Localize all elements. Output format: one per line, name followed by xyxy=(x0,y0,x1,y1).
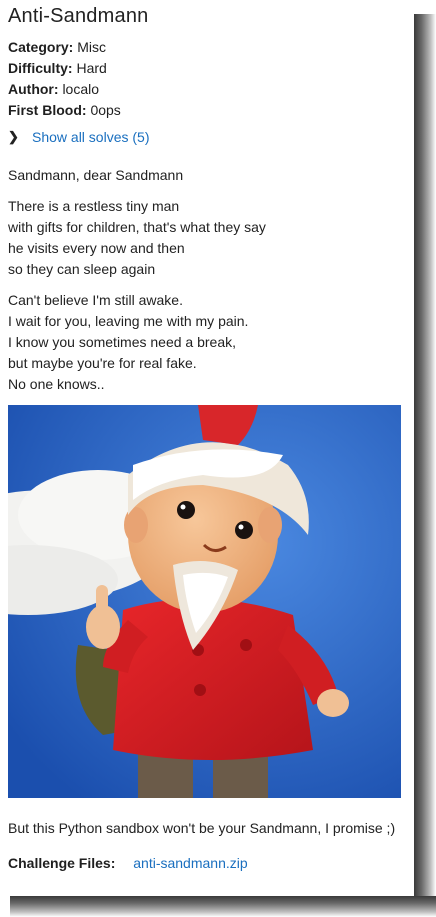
meta-author: Author: localo xyxy=(8,79,408,100)
meta-difficulty: Difficulty: Hard xyxy=(8,58,408,79)
description-line: so they can sleep again xyxy=(8,261,156,277)
challenge-content: Anti-Sandmann Category: Misc Difficulty:… xyxy=(8,4,408,874)
description-line: Can't believe I'm still awake. xyxy=(8,292,183,308)
description-line: Sandmann, dear Sandmann xyxy=(8,167,184,183)
challenge-card: Anti-Sandmann Category: Misc Difficulty:… xyxy=(0,0,414,896)
card-shadow-right xyxy=(414,14,436,917)
description-paragraph: There is a restless tiny man with gifts … xyxy=(8,196,408,280)
description-line: but maybe you're for real fake. xyxy=(8,355,197,371)
challenge-file-download-link[interactable]: anti-sandmann.zip xyxy=(133,855,247,871)
challenge-files-label: Challenge Files: xyxy=(8,855,116,871)
challenge-title: Anti-Sandmann xyxy=(8,5,149,27)
meta-category-value: Misc xyxy=(77,39,107,55)
description-line: No one knows.. xyxy=(8,376,105,392)
challenge-description: Sandmann, dear Sandmann There is a restl… xyxy=(8,165,408,395)
card-shadow-bottom xyxy=(10,896,436,917)
sandmann-figure-image xyxy=(8,405,401,798)
chevron-right-icon: ❯ xyxy=(8,129,19,144)
meta-first-blood: First Blood: 0ops xyxy=(8,100,408,121)
description-paragraph: Can't believe I'm still awake. I wait fo… xyxy=(8,290,408,395)
challenge-meta: Category: Misc Difficulty: Hard Author: … xyxy=(8,37,408,121)
meta-author-value: localo xyxy=(62,81,100,97)
description-line: I know you sometimes need a break, xyxy=(8,334,237,350)
challenge-files: Challenge Files: anti-sandmann.zip xyxy=(8,853,408,874)
sandmann-photo xyxy=(8,405,401,798)
meta-first-blood-value: 0ops xyxy=(90,102,121,118)
meta-category: Category: Misc xyxy=(8,37,408,58)
meta-difficulty-value: Hard xyxy=(76,60,107,76)
challenge-tagline: But this Python sandbox won't be your Sa… xyxy=(8,820,396,836)
meta-difficulty-label: Difficulty: xyxy=(8,60,73,76)
description-line: with gifts for children, that's what the… xyxy=(8,219,266,235)
description-line: There is a restless tiny man xyxy=(8,198,180,214)
meta-author-label: Author: xyxy=(8,81,59,97)
description-paragraph: Sandmann, dear Sandmann xyxy=(8,165,408,186)
meta-category-label: Category: xyxy=(8,39,74,55)
show-solves-link[interactable]: Show all solves (5) xyxy=(32,129,150,145)
meta-first-blood-label: First Blood: xyxy=(8,102,87,118)
description-line: he visits every now and then xyxy=(8,240,185,256)
description-line: I wait for you, leaving me with my pain. xyxy=(8,313,249,329)
show-solves-toggle[interactable]: ❯ Show all solves (5) xyxy=(8,127,408,147)
